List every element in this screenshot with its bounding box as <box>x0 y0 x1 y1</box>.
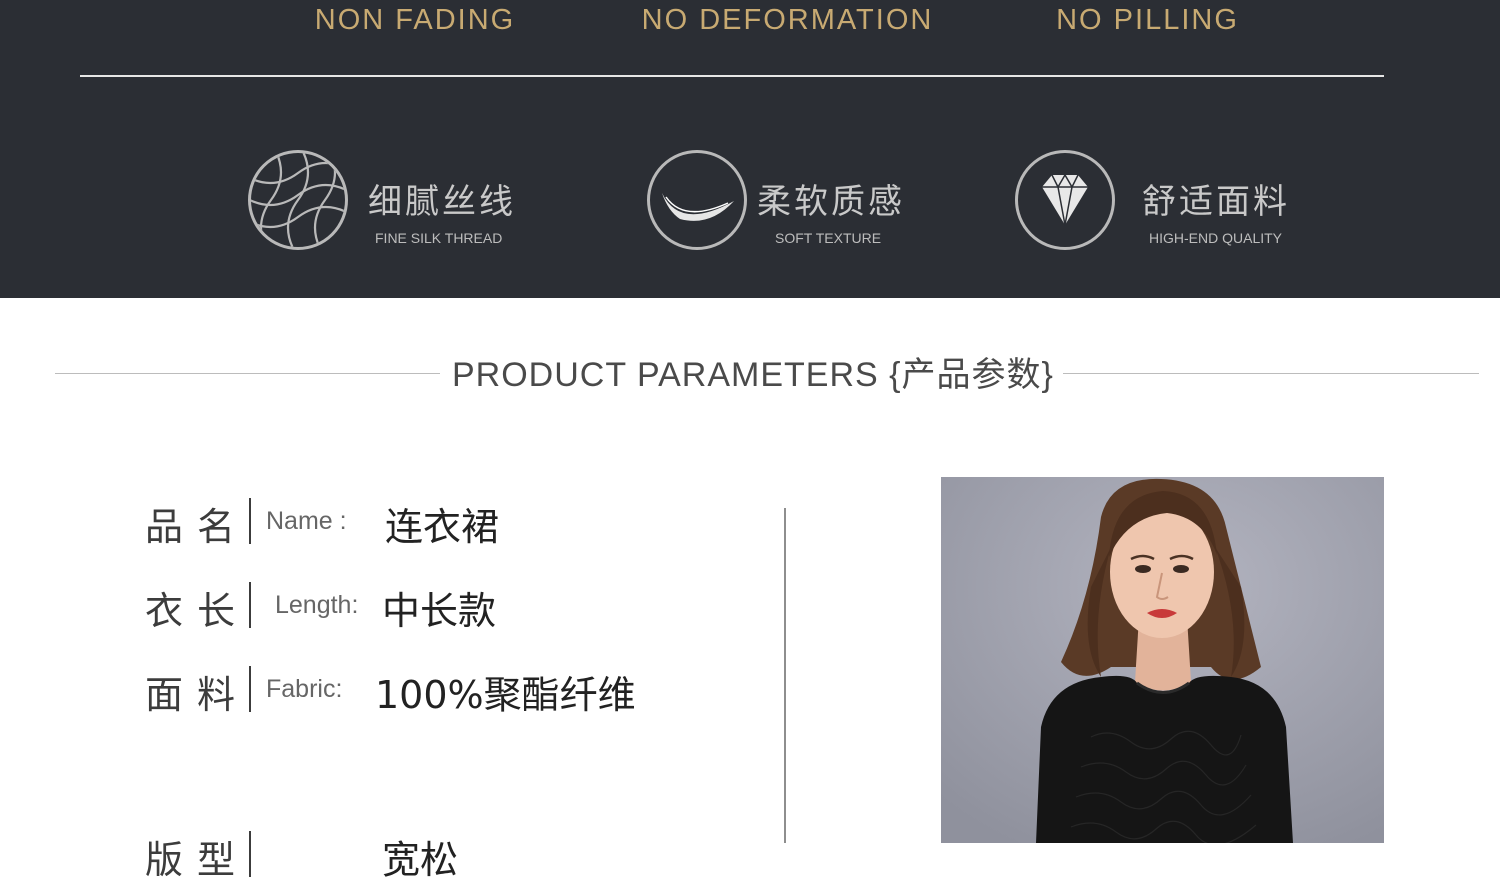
section-line-left <box>55 373 440 374</box>
banner-divider <box>80 75 1384 77</box>
feature-non-fading: NON FADING <box>314 4 516 36</box>
param-label: 面料 <box>145 673 250 717</box>
param-separator <box>249 666 251 712</box>
soft-feather-icon <box>647 150 747 250</box>
badge-title: 细腻丝线 <box>368 182 516 222</box>
param-separator <box>249 831 251 877</box>
param-separator <box>249 498 251 544</box>
mesh-thread-icon <box>248 150 348 250</box>
diamond-icon <box>1015 150 1115 250</box>
feature-no-deformation: NO DEFORMATION <box>641 4 934 36</box>
param-value: 100%聚酯纤维 <box>375 673 636 717</box>
badge-subtitle: HIGH-END QUALITY <box>1149 230 1283 246</box>
param-en-label: Name : <box>266 507 347 535</box>
param-en-label: Length: <box>275 591 359 619</box>
badge-subtitle: FINE SILK THREAD <box>375 230 503 246</box>
model-photo <box>941 477 1384 843</box>
param-en-label: Fabric: <box>266 675 343 703</box>
param-label: 版型 <box>145 838 250 882</box>
badge-title: 舒适面料 <box>1142 182 1290 222</box>
param-separator <box>249 582 251 628</box>
column-divider <box>784 508 786 843</box>
feature-no-pilling: NO PILLING <box>1056 4 1239 36</box>
param-label: 衣长 <box>145 589 250 633</box>
feature-banner: NON FADING NO DEFORMATION NO PILLING 细腻丝… <box>0 0 1500 298</box>
param-value: 连衣裙 <box>385 505 500 549</box>
badge-subtitle: SOFT TEXTURE <box>775 230 882 246</box>
param-label: 品名 <box>145 505 250 549</box>
badge-fine-silk-thread: 细腻丝线 FINE SILK THREAD <box>248 150 538 254</box>
section-line-right <box>1063 373 1479 374</box>
section-title: PRODUCT PARAMETERS {产品参数} <box>452 356 1054 394</box>
badge-high-end-quality: 舒适面料 HIGH-END QUALITY <box>1015 150 1305 254</box>
param-value: 中长款 <box>382 589 497 633</box>
badge-title: 柔软质感 <box>757 182 905 222</box>
param-value: 宽松 <box>382 838 459 882</box>
badge-soft-texture: 柔软质感 SOFT TEXTURE <box>647 150 927 254</box>
